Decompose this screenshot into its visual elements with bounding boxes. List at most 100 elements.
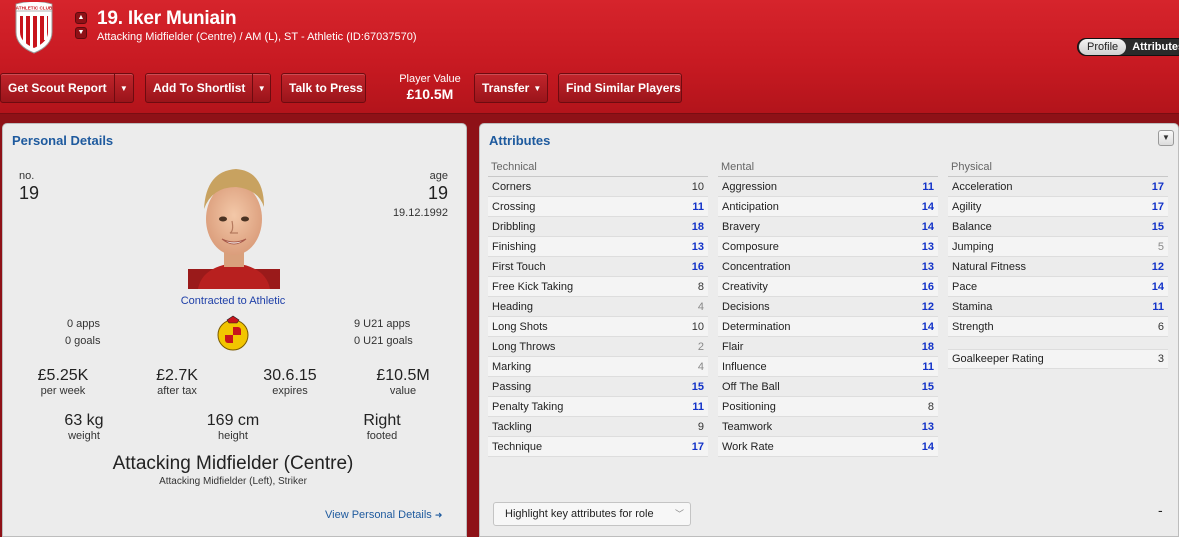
attribute-value: 14 — [1151, 280, 1164, 293]
attribute-row: Teamwork 13 — [718, 417, 938, 437]
attribute-value: 10 — [691, 180, 704, 193]
attribute-name: Stamina — [952, 300, 993, 313]
view-personal-details-link[interactable]: View Personal Details ➜ — [325, 509, 442, 521]
height-value: 169 cm — [206, 412, 260, 429]
club-crest-icon: ATHLETIC CLUB — [15, 2, 53, 54]
attribute-row: Composure 13 — [718, 237, 938, 257]
talk-to-press-button[interactable]: Talk to Press — [281, 73, 366, 103]
attribute-value: 14 — [921, 220, 934, 233]
toggle-attributes-button[interactable]: Attributes — [1126, 41, 1179, 53]
technical-heading: Technical — [488, 161, 708, 177]
attribute-value: 11 — [922, 360, 934, 373]
wage-block: £5.25K per week — [23, 367, 103, 397]
attribute-name: Passing — [492, 380, 532, 393]
player-name: 19. Iker Muniain — [97, 8, 237, 29]
height-label: height — [218, 430, 248, 442]
shortlist-button[interactable]: Add To Shortlist ▼ — [145, 73, 271, 103]
wage-label: per week — [40, 385, 86, 397]
gk-rating-label: Goalkeeper Rating — [952, 353, 1044, 365]
toggle-profile-button[interactable]: Profile — [1079, 39, 1127, 55]
previous-player-button[interactable]: ▲ — [75, 12, 87, 24]
attribute-name: Aggression — [722, 180, 778, 193]
attribute-row: Strength 6 — [948, 317, 1168, 337]
expires-value: 30.6.15 — [263, 367, 317, 384]
transfer-button[interactable]: Transfer ▼ — [474, 73, 548, 103]
expires-label: expires — [272, 385, 308, 397]
attribute-name: Pace — [952, 280, 978, 293]
find-similar-button[interactable]: Find Similar Players — [558, 73, 682, 103]
attribute-name: Determination — [722, 320, 791, 333]
attribute-row: Influence 11 — [718, 357, 938, 377]
attribute-value: 13 — [921, 260, 934, 273]
physical-rows: Acceleration 17 Agility 17 Balance 15 Jumping 5… — [948, 177, 1168, 337]
player-value-label: Player Value — [399, 73, 461, 85]
next-player-button[interactable]: ▼ — [75, 27, 87, 39]
player-header: ATHLETIC CLUB ▲ ▼ 19. Iker Muniain Attac… — [0, 0, 1179, 114]
attribute-row: Natural Fitness 12 — [948, 257, 1168, 277]
player-positions-club: Attacking Midfielder (Centre) / AM (L), … — [97, 31, 417, 43]
weight-block: 63 kg weight — [44, 412, 124, 442]
after-tax-label: after tax — [157, 385, 197, 397]
value-block: £10.5M value — [363, 367, 443, 397]
attribute-row: Long Throws 2 — [488, 337, 708, 357]
attribute-name: Jumping — [952, 240, 994, 253]
wage-value: £5.25K — [37, 367, 89, 384]
attribute-row: Corners 10 — [488, 177, 708, 197]
attribute-value: 4 — [697, 360, 704, 373]
panel-menu-button[interactable]: ▼ — [1158, 130, 1174, 146]
attribute-row: Decisions 12 — [718, 297, 938, 317]
attribute-value: 15 — [691, 380, 704, 393]
attribute-row: Pace 14 — [948, 277, 1168, 297]
attribute-row: Creativity 16 — [718, 277, 938, 297]
attribute-value: 17 — [1151, 200, 1164, 213]
national-federation-crest-icon — [217, 315, 249, 351]
scout-report-button[interactable]: Get Scout Report ▼ — [0, 73, 134, 103]
attribute-row: Agility 17 — [948, 197, 1168, 217]
chevron-down-icon[interactable]: ▼ — [113, 74, 133, 102]
attributes-panel: Attributes ▼ Technical Corners 10 Crossing… — [479, 123, 1179, 537]
highlight-role-select[interactable]: Highlight key attributes for role ﹀ — [493, 502, 691, 526]
attribute-name: Work Rate — [722, 440, 774, 453]
attribute-row: Marking 4 — [488, 357, 708, 377]
mental-heading: Mental — [718, 161, 938, 177]
attributes-title: Attributes — [489, 133, 551, 148]
attribute-name: Acceleration — [952, 180, 1013, 193]
attribute-value: 12 — [1151, 260, 1164, 273]
attribute-row: Positioning 8 — [718, 397, 938, 417]
attribute-value: 8 — [697, 280, 704, 293]
chevron-down-icon[interactable]: ▼ — [252, 74, 270, 102]
u21-apps: 9 U21 apps — [354, 318, 411, 330]
footed-label: footed — [366, 430, 398, 442]
attribute-row: Tackling 9 — [488, 417, 708, 437]
view-personal-details-label: View Personal Details — [325, 509, 432, 521]
attribute-name: Long Shots — [492, 320, 548, 333]
attribute-row: Heading 4 — [488, 297, 708, 317]
attribute-value: 16 — [921, 280, 934, 293]
attribute-row: Crossing 11 — [488, 197, 708, 217]
shortlist-label: Add To Shortlist — [153, 81, 246, 95]
main-position: Attacking Midfielder (Centre) — [112, 453, 354, 474]
attribute-name: Teamwork — [722, 420, 773, 433]
view-toggle: Profile Attributes — [1077, 38, 1179, 56]
talk-to-press-label: Talk to Press — [289, 81, 363, 95]
player-value-amount: £10.5M — [406, 86, 454, 102]
find-similar-label: Find Similar Players — [566, 81, 681, 95]
weight-label: weight — [68, 430, 100, 442]
attribute-row: Finishing 13 — [488, 237, 708, 257]
attribute-value: 11 — [1152, 300, 1164, 313]
attribute-row: Concentration 13 — [718, 257, 938, 277]
expires-block: 30.6.15 expires — [250, 367, 330, 397]
attribute-name: Creativity — [722, 280, 768, 293]
attribute-name: Technique — [492, 440, 543, 453]
attribute-value: 9 — [697, 420, 704, 433]
attribute-value: 11 — [692, 200, 704, 213]
collapse-button[interactable]: - — [1158, 502, 1163, 518]
attribute-row: Work Rate 14 — [718, 437, 938, 457]
contract-link[interactable]: Contracted to Athletic — [153, 295, 313, 307]
personal-details-title: Personal Details — [12, 133, 114, 148]
crest-text: ATHLETIC CLUB — [16, 6, 53, 11]
personal-details-panel: Personal Details no. 19 age 19 19.12.199… — [2, 123, 467, 537]
arrow-right-icon: ➜ — [434, 510, 443, 520]
attribute-name: Off The Ball — [722, 380, 780, 393]
attribute-value: 5 — [1157, 240, 1164, 253]
